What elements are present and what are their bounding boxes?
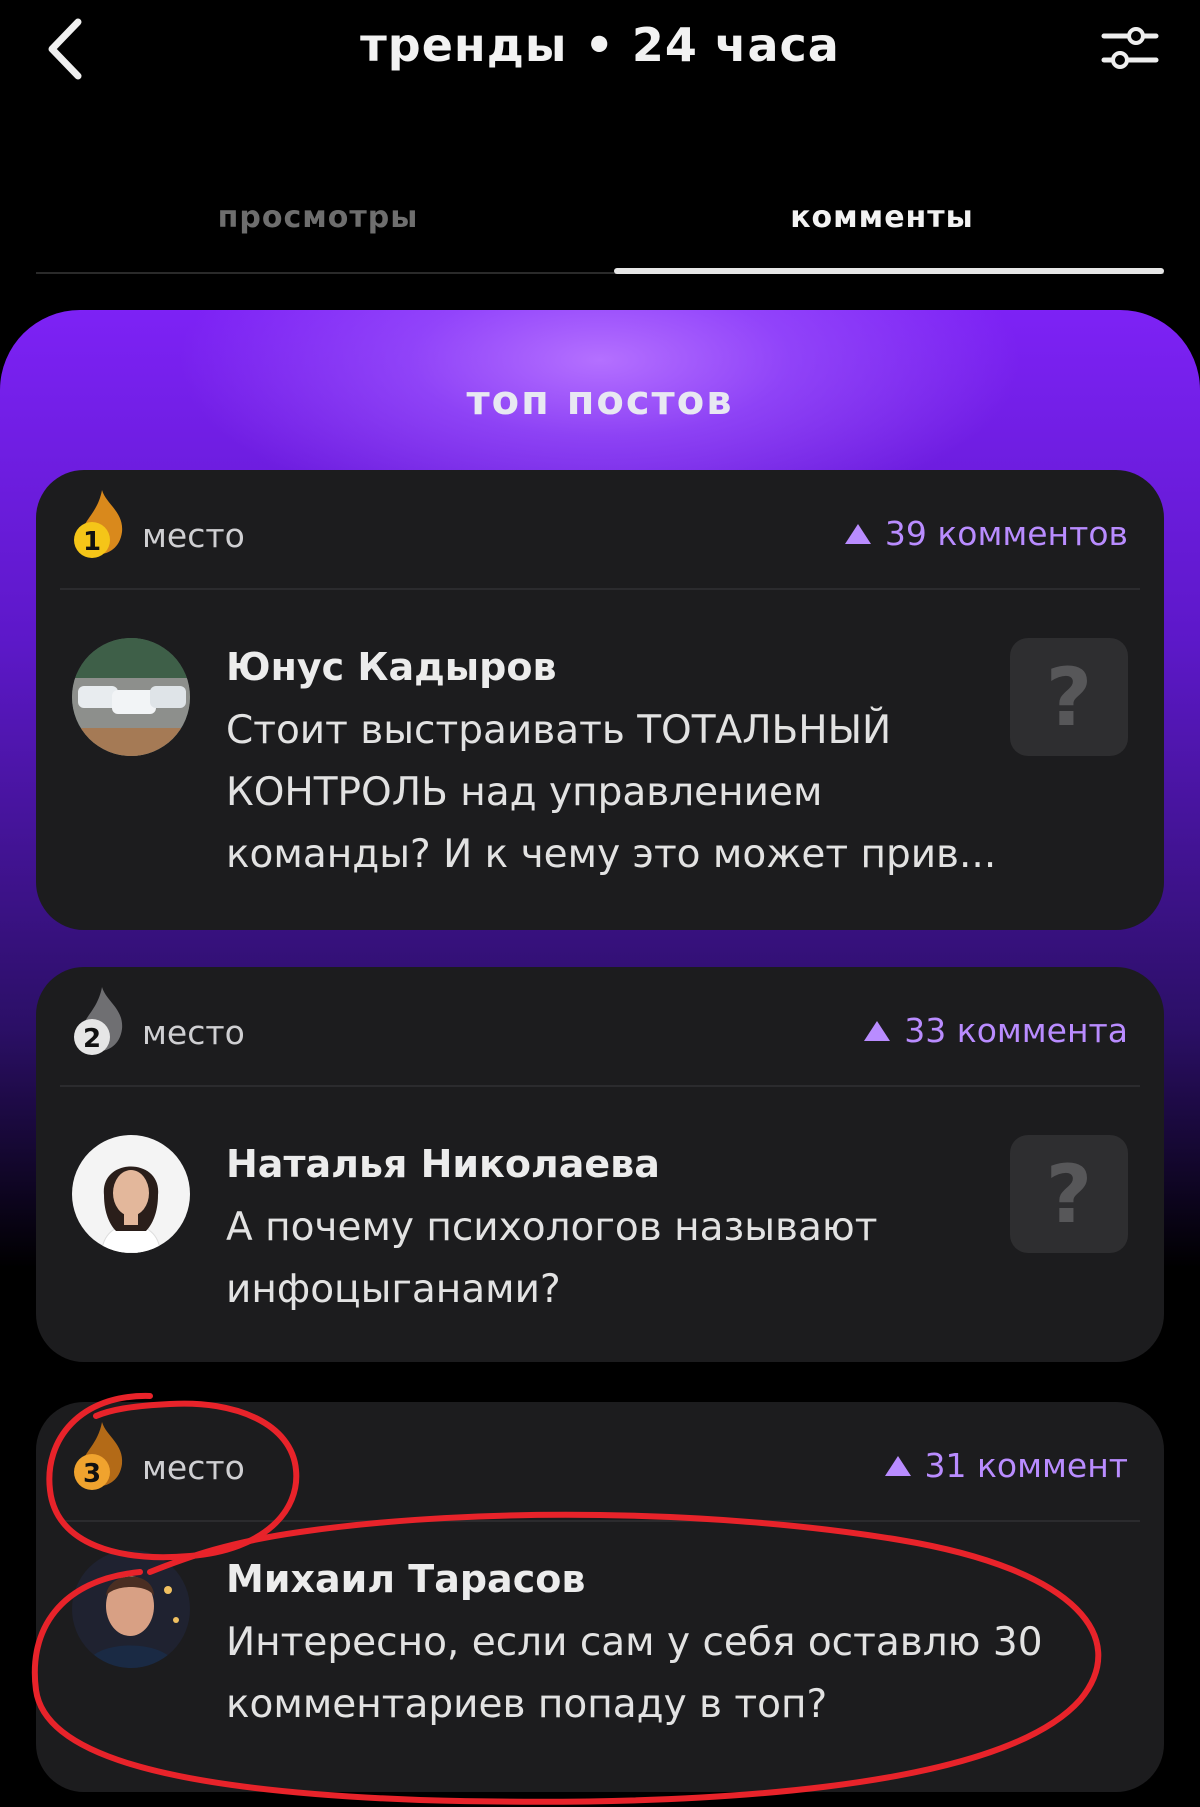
- avatar[interactable]: [72, 638, 190, 756]
- post-text: Интересно, если сам у себя оставлю 30 ко…: [226, 1620, 1043, 1727]
- sliders-icon: [1101, 27, 1159, 69]
- divider: [60, 588, 1140, 590]
- post-card[interactable]: 3 место 31 коммент Михаил Тарасов Интере…: [36, 1402, 1164, 1792]
- avatar[interactable]: [72, 1135, 190, 1253]
- page-title: тренды • 24 часа: [360, 18, 840, 72]
- tab-views[interactable]: просмотры: [36, 200, 600, 235]
- place-number: 2: [83, 1024, 101, 1054]
- tab-comments[interactable]: комменты: [600, 200, 1164, 235]
- place-label: место: [142, 1448, 245, 1487]
- triangle-up-icon: [884, 1455, 911, 1476]
- divider: [60, 1085, 1140, 1087]
- fire-rank-icon: 3: [72, 1420, 130, 1498]
- author-name[interactable]: Наталья Николаева: [226, 1142, 660, 1186]
- author-name[interactable]: Михаил Тарасов: [226, 1557, 585, 1601]
- tab-bar: просмотры комменты: [36, 170, 1164, 275]
- post-card[interactable]: 1 место 39 комментов Юнус Кадыров Стоит …: [36, 470, 1164, 930]
- divider: [60, 1520, 1140, 1522]
- triangle-up-icon: [844, 523, 871, 544]
- question-mark-icon: ?: [1010, 1135, 1128, 1253]
- fire-rank-icon: 2: [72, 985, 130, 1063]
- comment-count: 33 коммента: [864, 1011, 1128, 1050]
- card-header: 1 место 39 комментов: [36, 470, 1164, 588]
- place-number: 3: [83, 1459, 101, 1489]
- post-card[interactable]: 2 место 33 коммента Наталья Николаева А …: [36, 967, 1164, 1362]
- place-label: место: [142, 1013, 245, 1052]
- comment-count: 31 коммент: [884, 1446, 1129, 1485]
- comment-count-text: 31 коммент: [924, 1446, 1129, 1485]
- card-header: 2 место 33 коммента: [36, 967, 1164, 1085]
- section-title: топ постов: [466, 378, 734, 424]
- author-name[interactable]: Юнус Кадыров: [226, 645, 557, 689]
- triangle-up-icon: [864, 1020, 891, 1041]
- comment-count: 39 комментов: [844, 514, 1128, 553]
- comment-count-text: 39 комментов: [884, 514, 1128, 553]
- active-tab-indicator: [614, 268, 1164, 274]
- filter-button[interactable]: [1100, 22, 1160, 74]
- place-number: 1: [83, 527, 101, 557]
- comment-count-text: 33 коммента: [904, 1011, 1128, 1050]
- post-text: А почему психологов называют инфоцыганам…: [226, 1205, 878, 1312]
- post-text: Стоит выстраивать ТОТАЛЬНЫЙ КОНТРОЛЬ над…: [226, 708, 997, 877]
- header: тренды • 24 часа: [0, 0, 1200, 110]
- question-mark-icon: ?: [1010, 638, 1128, 756]
- avatar[interactable]: [72, 1550, 190, 1668]
- fire-rank-icon: 1: [72, 488, 130, 566]
- place-label: место: [142, 516, 245, 555]
- card-header: 3 место 31 коммент: [36, 1402, 1164, 1520]
